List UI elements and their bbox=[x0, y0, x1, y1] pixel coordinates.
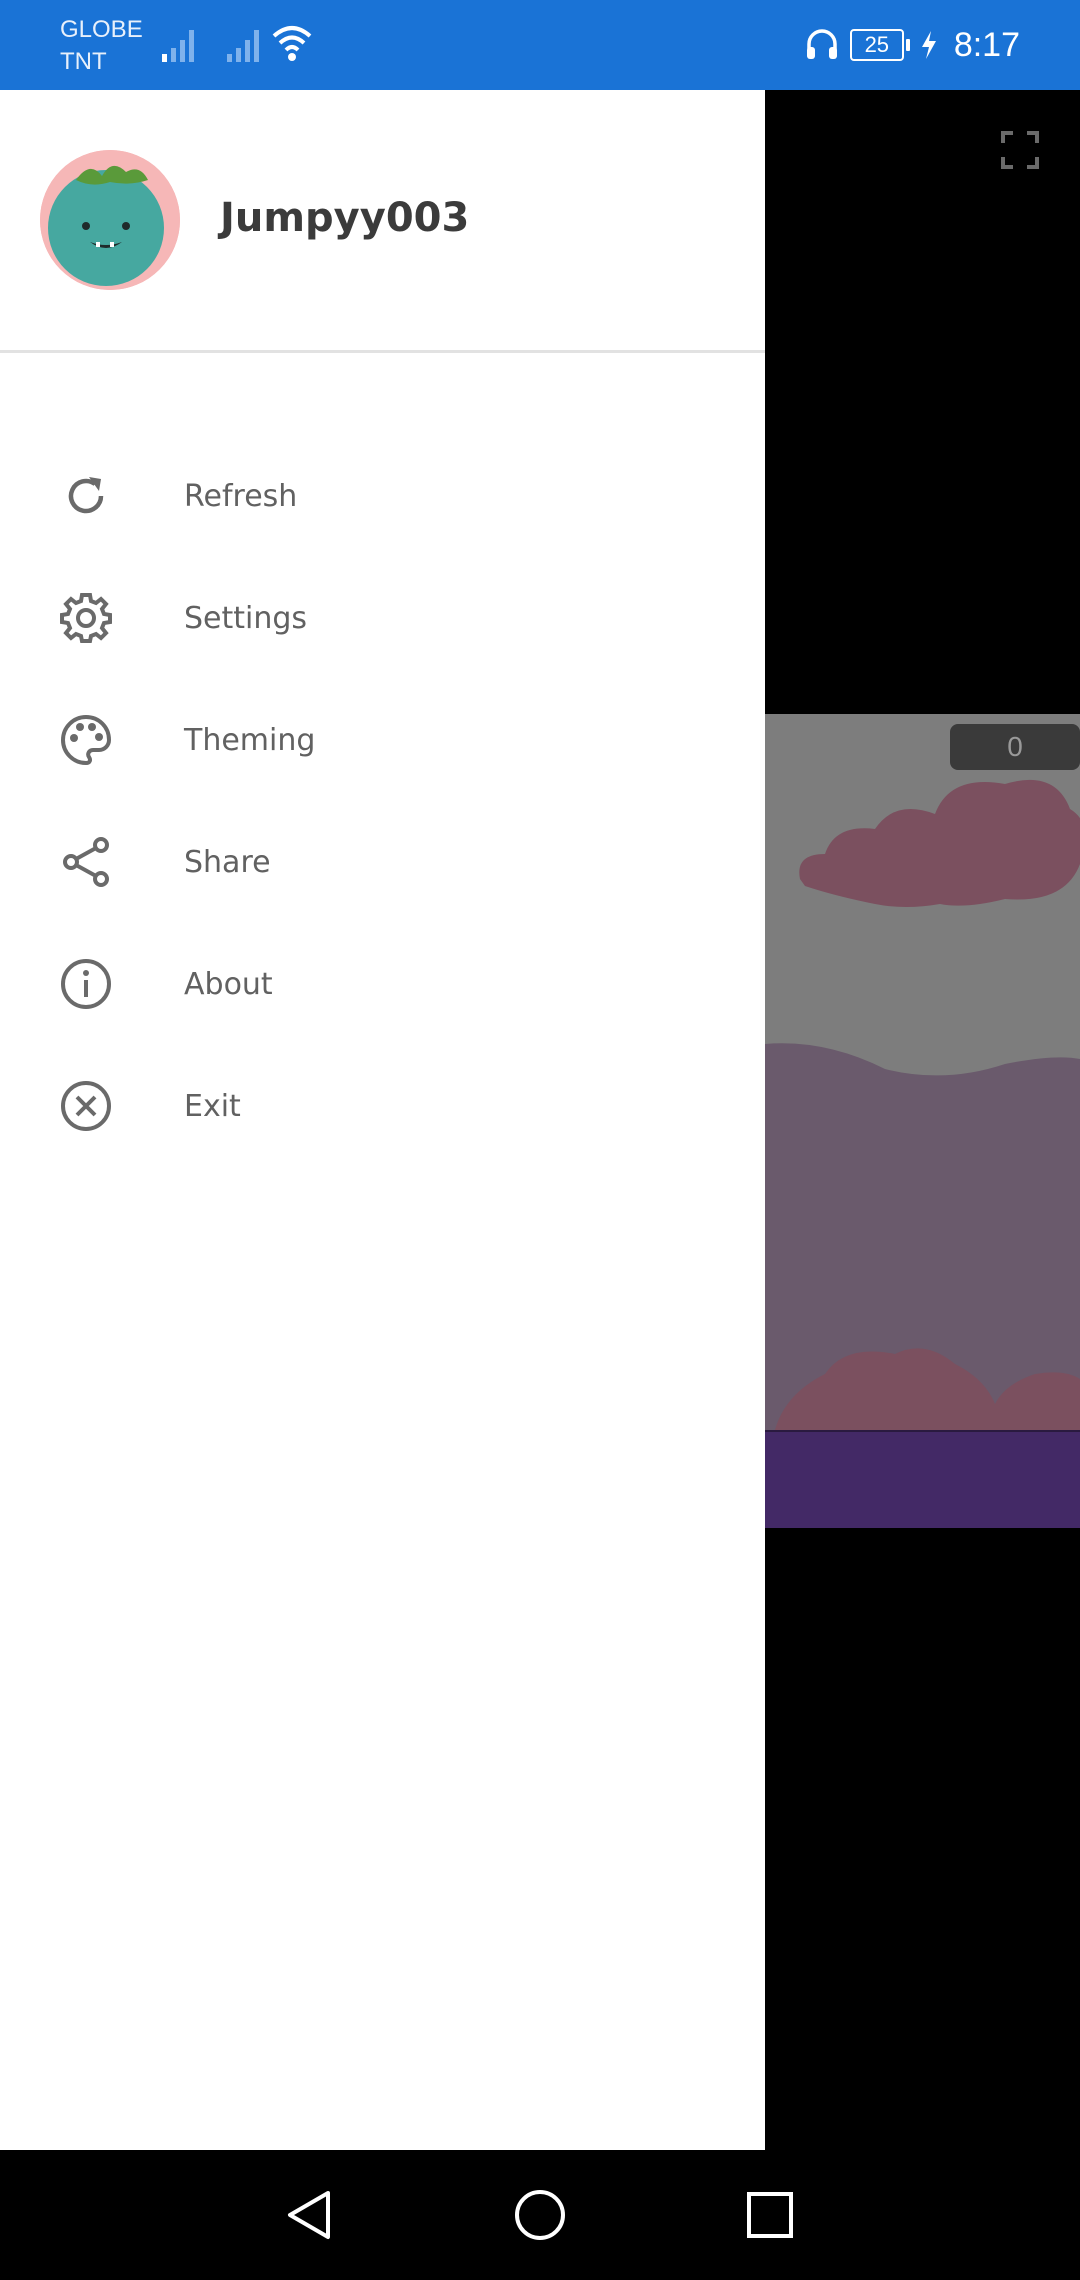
menu-item-share[interactable]: Share bbox=[0, 801, 765, 923]
menu-item-settings[interactable]: Settings bbox=[0, 557, 765, 679]
recents-square-icon bbox=[747, 2192, 793, 2238]
palette-icon bbox=[58, 712, 114, 768]
share-icon bbox=[58, 834, 114, 890]
menu-item-about[interactable]: About bbox=[0, 923, 765, 1045]
signal-icon bbox=[227, 30, 259, 62]
drawer-menu: Refresh Settings Theming Share About Exi… bbox=[0, 435, 765, 1167]
charging-icon bbox=[921, 31, 936, 59]
headphones-icon bbox=[806, 29, 837, 59]
back-button[interactable] bbox=[275, 2180, 345, 2250]
game-ground bbox=[765, 1430, 1080, 1528]
menu-item-exit[interactable]: Exit bbox=[0, 1045, 765, 1167]
refresh-icon bbox=[58, 468, 114, 524]
back-triangle-icon bbox=[288, 2191, 330, 2239]
menu-item-refresh[interactable]: Refresh bbox=[0, 435, 765, 557]
game-scene bbox=[765, 714, 1080, 1430]
username: Jumpyy003 bbox=[220, 195, 470, 241]
recents-button[interactable] bbox=[735, 2180, 805, 2250]
cloud-scene bbox=[765, 779, 1080, 1430]
carrier-label: GLOBE TNT bbox=[60, 16, 143, 75]
avatar[interactable] bbox=[40, 150, 180, 290]
drawer-header: Jumpyy003 bbox=[0, 90, 765, 353]
menu-item-theming[interactable]: Theming bbox=[0, 679, 765, 801]
system-navigation-bar bbox=[0, 2150, 1080, 2280]
signal-icon bbox=[162, 30, 194, 62]
wifi-icon bbox=[272, 26, 312, 61]
home-circle-icon bbox=[515, 2190, 565, 2240]
fullscreen-icon[interactable] bbox=[1000, 130, 1040, 170]
status-right: 25 8:17 bbox=[804, 0, 1020, 90]
home-button[interactable] bbox=[505, 2180, 575, 2250]
clock: 8:17 bbox=[953, 25, 1020, 64]
close-circle-icon bbox=[58, 1078, 114, 1134]
navigation-drawer: Jumpyy003 Refresh Settings Theming Share… bbox=[0, 90, 765, 2150]
gear-icon bbox=[58, 590, 114, 646]
score-display: 0 bbox=[950, 724, 1080, 770]
dinosaur-avatar-icon bbox=[40, 150, 180, 290]
battery-indicator: 25 bbox=[849, 29, 910, 61]
info-icon bbox=[58, 956, 114, 1012]
status-bar: GLOBE TNT 25 8:17 bbox=[0, 0, 1080, 90]
